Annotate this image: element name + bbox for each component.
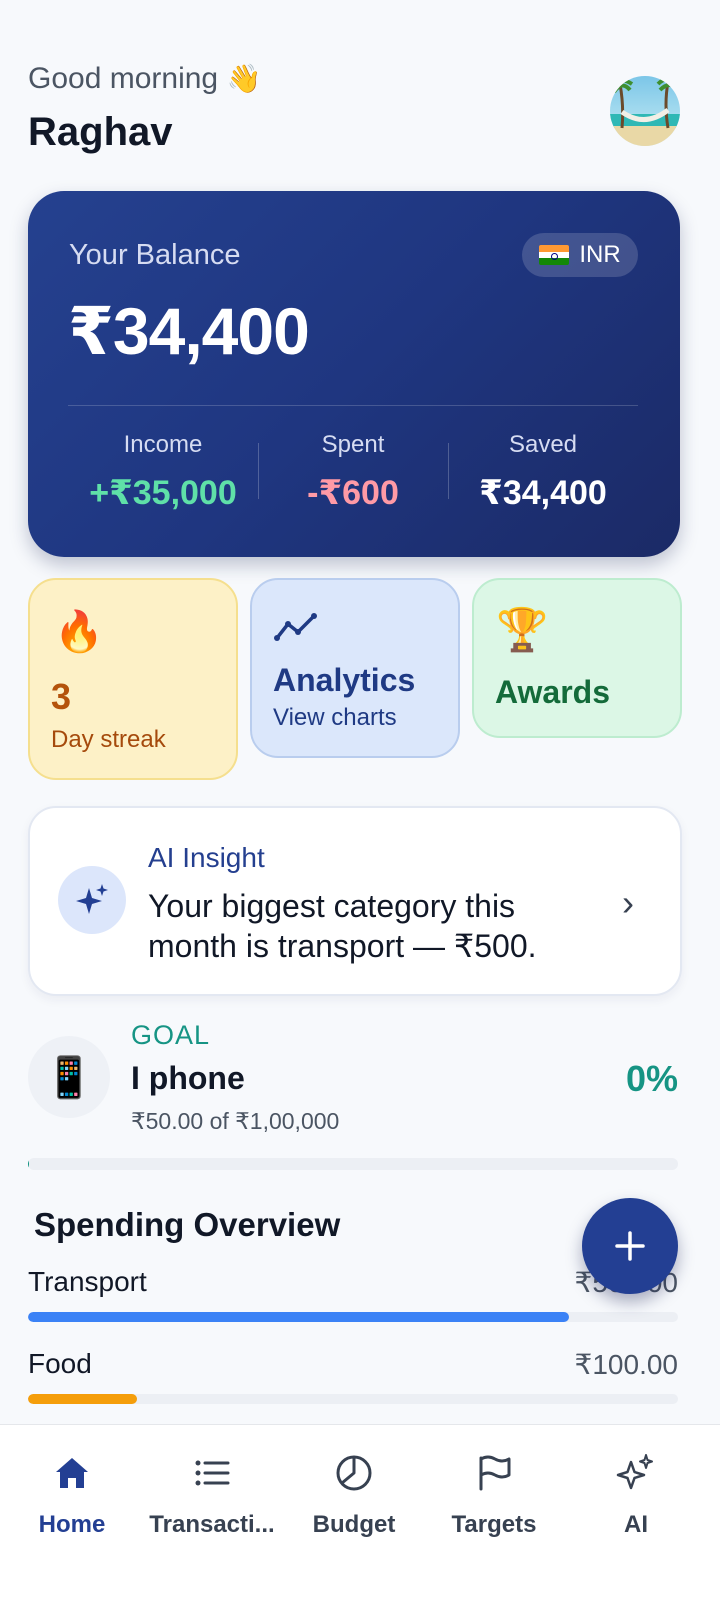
income-value: +₹35,000 <box>89 474 237 512</box>
category-progress-bar <box>28 1312 678 1322</box>
sparkles-icon <box>76 884 108 914</box>
category-progress-fill <box>28 1394 137 1404</box>
pie-chart-icon <box>336 1455 372 1491</box>
sparkles-icon <box>616 1454 653 1490</box>
saved-stat: Saved ₹34,400 <box>448 431 638 513</box>
spent-value: -₹600 <box>307 474 399 512</box>
nav-item-budget[interactable]: Budget <box>282 1451 426 1539</box>
nav-item-targets[interactable]: Targets <box>422 1451 566 1539</box>
greeting-label: Good morning <box>28 62 219 95</box>
phone-icon: 📱 <box>28 1036 110 1118</box>
nav-item-transactions[interactable]: Transacti... <box>140 1451 284 1539</box>
plus-icon <box>615 1231 645 1261</box>
nav-item-home[interactable]: Home <box>0 1451 144 1539</box>
goal-name[interactable]: I phone <box>131 1060 245 1097</box>
awards-title: Awards <box>495 674 611 710</box>
trend-line-icon <box>274 613 317 641</box>
currency-selector[interactable]: INR <box>522 233 638 277</box>
analytics-subtitle: View charts <box>273 704 397 731</box>
home-icon <box>56 1458 88 1488</box>
beach-hammock-avatar-icon <box>610 76 680 146</box>
list-icon <box>195 1460 230 1486</box>
greeting-text: Good morning 👋 <box>28 62 261 96</box>
saved-value: ₹34,400 <box>479 474 607 512</box>
category-name: Food <box>28 1348 92 1379</box>
chevron-right-icon: › <box>622 882 634 923</box>
saved-label: Saved <box>508 431 578 458</box>
awards-tile[interactable]: 🏆 Awards <box>472 578 682 738</box>
insight-text: Your biggest category this month is tran… <box>148 888 537 964</box>
ai-insight-card[interactable]: AI Insight Your biggest category this mo… <box>28 806 682 996</box>
streak-count: 3 <box>51 676 72 717</box>
add-transaction-button[interactable] <box>582 1198 678 1294</box>
streak-label: Day streak <box>51 726 166 753</box>
india-flag-icon <box>539 245 570 265</box>
analytics-title: Analytics <box>273 662 416 698</box>
goal-progress-text: ₹50.00 of ₹1,00,000 <box>131 1108 340 1134</box>
balance-label: Your Balance <box>69 239 241 271</box>
nav-label: AI <box>624 1511 648 1538</box>
balance-card[interactable]: Your Balance INR ₹34,400 Income +₹35,000… <box>28 191 680 557</box>
fire-icon: 🔥 <box>54 610 104 654</box>
category-progress-fill <box>28 1312 570 1322</box>
category-name: Transport <box>28 1266 147 1297</box>
flag-icon <box>479 1455 511 1491</box>
income-stat: Income +₹35,000 <box>68 431 258 513</box>
sparkles-icon-badge <box>58 866 126 934</box>
goal-progress-bar <box>28 1158 678 1170</box>
insight-title: AI Insight <box>148 842 265 873</box>
user-name: Raghav <box>28 110 173 154</box>
spent-label: Spent <box>321 431 385 458</box>
balance-amount: ₹34,400 <box>68 294 310 368</box>
goal-percent: 0% <box>625 1058 678 1099</box>
spent-stat: Spent -₹600 <box>258 431 448 513</box>
home-screen: Good morning 👋 Raghav Your Balance INR ₹… <box>0 0 720 1599</box>
bottom-navigation: Home Transacti... Budget Targets AI <box>0 1424 720 1599</box>
avatar[interactable] <box>610 76 680 146</box>
analytics-tile[interactable]: Analytics View charts <box>250 578 460 758</box>
nav-label: Targets <box>451 1511 537 1538</box>
streak-tile[interactable]: 🔥 3 Day streak <box>28 578 238 780</box>
waving-hand-emoji: 👋 <box>226 63 262 94</box>
nav-label: Transacti... <box>149 1511 275 1538</box>
income-label: Income <box>123 431 203 458</box>
nav-item-ai[interactable]: AI <box>564 1451 708 1539</box>
currency-code: INR <box>579 241 621 268</box>
category-progress-bar <box>28 1394 678 1404</box>
trophy-icon: 🏆 <box>496 606 549 653</box>
nav-label: Budget <box>312 1511 396 1538</box>
category-amount: ₹100.00 <box>574 1349 678 1380</box>
nav-label: Home <box>38 1511 106 1538</box>
spending-overview-title: Spending Overview <box>34 1206 341 1243</box>
card-divider <box>68 405 638 406</box>
goal-tag: GOAL <box>131 1020 211 1050</box>
